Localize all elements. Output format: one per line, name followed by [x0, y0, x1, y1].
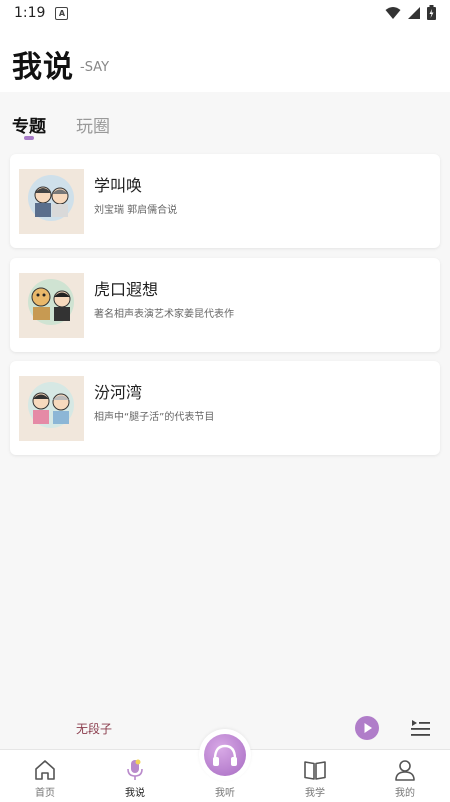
player-track-text: 无段子: [76, 722, 113, 736]
topic-title: 虎口遐想: [94, 280, 159, 299]
listen-center-button[interactable]: [199, 729, 251, 781]
status-time: 1:19: [14, 5, 46, 21]
wifi-icon: [385, 6, 401, 19]
status-bar: 1:19 A: [0, 0, 450, 26]
play-icon: [364, 723, 372, 733]
notification-icon: A: [55, 6, 69, 20]
user-icon: [395, 760, 415, 781]
playlist-icon: [411, 720, 430, 736]
microphone-icon: [127, 759, 143, 780]
page-header: 我说 -SAY: [0, 26, 450, 92]
topic-title: 汾河湾: [94, 383, 143, 402]
topic-card[interactable]: 汾河湾 相声中“腿子活”的代表节目: [10, 361, 440, 455]
nav-item-mine[interactable]: 我的: [360, 750, 450, 802]
nav-item-say[interactable]: 我说: [90, 750, 180, 802]
tab-indicator: [24, 136, 34, 140]
nav-label: 我说: [125, 788, 145, 799]
nav-item-learn[interactable]: 我学: [270, 750, 360, 802]
nav-item-home[interactable]: 首页: [0, 750, 90, 802]
play-button[interactable]: [355, 716, 379, 740]
topic-thumbnail: [19, 376, 84, 441]
signal-icon: [408, 6, 420, 19]
topic-card[interactable]: 虎口遐想 著名相声表演艺术家姜昆代表作: [10, 258, 440, 352]
headphones-icon: [213, 744, 237, 766]
playlist-button[interactable]: [408, 716, 432, 740]
nav-label: 我的: [395, 788, 415, 799]
page-title: 我说: [12, 50, 74, 85]
topic-description: 相声中“腿子活”的代表节目: [94, 412, 215, 423]
topic-description: 刘宝瑞 郭启儒合说: [94, 205, 178, 216]
nav-label: 我听: [215, 788, 235, 799]
topic-thumbnail: [19, 169, 84, 234]
tab-topics[interactable]: 专题: [12, 112, 46, 137]
tab-circle[interactable]: 玩圈: [76, 112, 110, 137]
topic-card[interactable]: 学叫唤 刘宝瑞 郭启儒合说: [10, 154, 440, 248]
home-icon: [35, 760, 55, 780]
nav-label: 我学: [305, 788, 325, 799]
battery-icon: [427, 5, 436, 20]
tab-bar: 专题 玩圈: [0, 100, 450, 150]
topic-title: 学叫唤: [94, 176, 143, 195]
status-icons: [385, 5, 436, 20]
book-icon: [304, 761, 326, 780]
nav-label: 首页: [35, 788, 55, 799]
listen-button-circle: [204, 734, 246, 776]
page-subtitle: -SAY: [80, 60, 110, 75]
topic-description: 著名相声表演艺术家姜昆代表作: [94, 309, 234, 320]
topic-thumbnail: [19, 273, 84, 338]
